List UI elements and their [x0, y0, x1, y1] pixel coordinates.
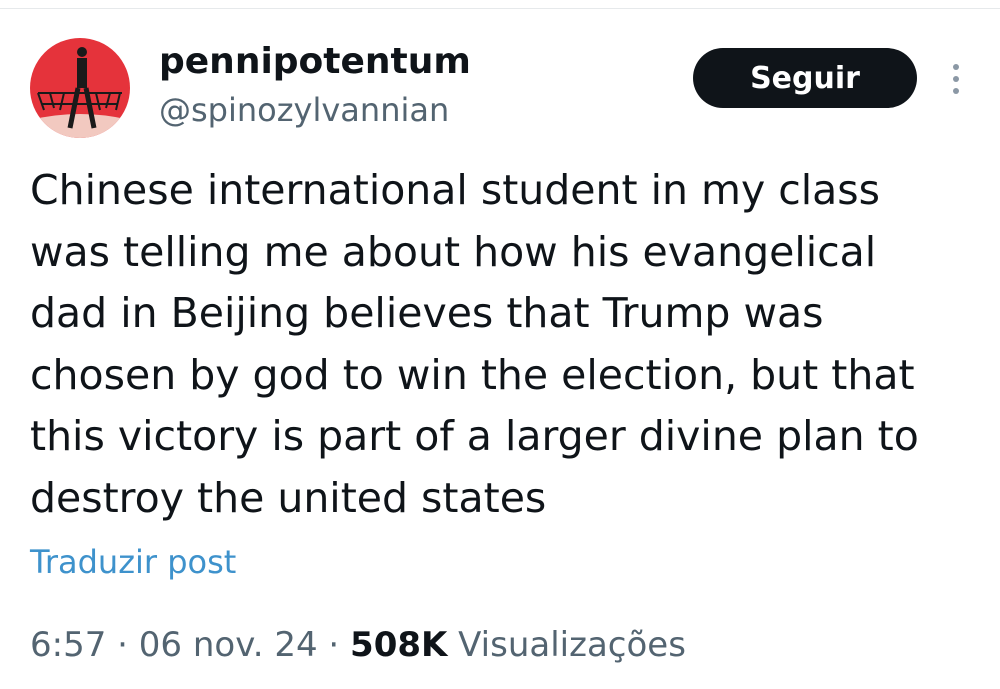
- display-name[interactable]: pennipotentum: [159, 40, 471, 84]
- follow-button[interactable]: Seguir: [693, 48, 917, 108]
- top-divider: [0, 0, 1000, 9]
- tweet-text: Chinese international student in my clas…: [30, 166, 919, 522]
- avatar[interactable]: [30, 38, 130, 138]
- views-label: Visualizações: [458, 625, 686, 665]
- avatar-illustration-icon: [30, 38, 130, 138]
- views-count: 508K: [350, 625, 448, 665]
- tweet-time[interactable]: 6:57: [30, 625, 106, 665]
- translate-post-link[interactable]: Traduzir post: [30, 542, 236, 582]
- meta-separator: ·: [106, 625, 139, 665]
- user-handle[interactable]: @spinozylvannian: [159, 90, 449, 130]
- tweet-date[interactable]: 06 nov. 24: [139, 625, 318, 665]
- more-vertical-icon[interactable]: [946, 62, 966, 96]
- meta-separator: ·: [317, 625, 351, 665]
- tweet-meta: 6:57 · 06 nov. 24 · 508K Visualizações: [30, 623, 686, 667]
